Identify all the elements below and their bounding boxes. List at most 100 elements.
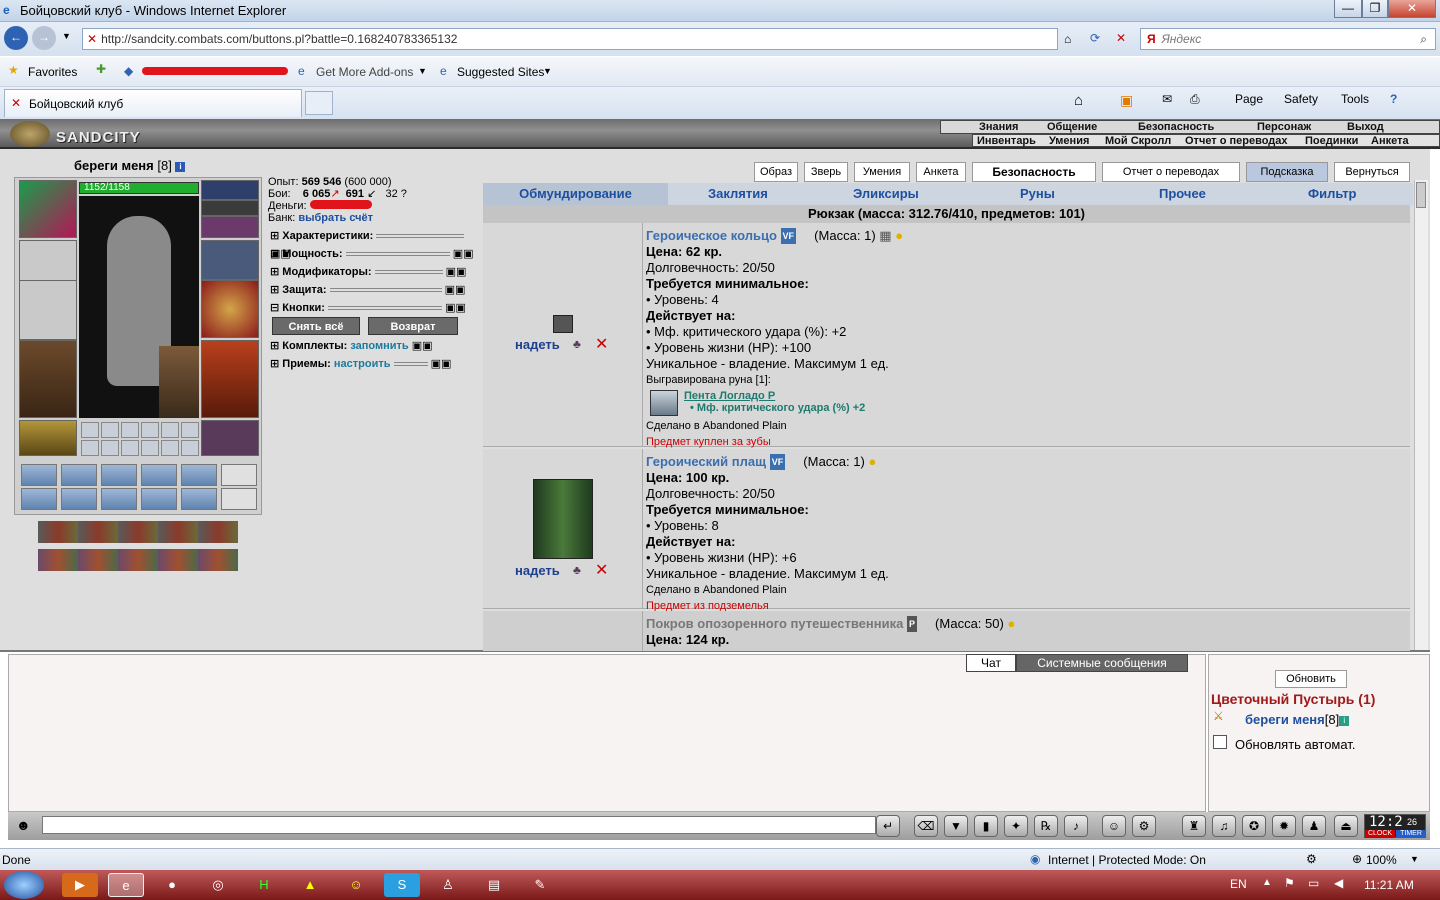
nav-security[interactable]: Безопасность (1138, 121, 1214, 133)
cloak-item-icon[interactable] (533, 479, 593, 559)
section-characteristics[interactable]: ⊞ Характеристики: ▣▣ (270, 227, 480, 260)
small-slot[interactable] (141, 440, 159, 456)
scroll-slot[interactable] (61, 464, 97, 486)
browser-tab[interactable]: ✕ Бойцовский клуб (4, 89, 302, 117)
favorites-star-icon[interactable]: ★ (8, 63, 19, 77)
chat-settings-icon[interactable]: ⚙ (1132, 815, 1156, 837)
stop-icon[interactable]: ✕ (1116, 31, 1126, 45)
collapse-icons[interactable]: ▣▣ (445, 302, 466, 314)
boots-slot[interactable] (201, 420, 259, 456)
transfer-report-button[interactable]: Отчет о переводах (1102, 162, 1240, 182)
necklace-slot[interactable] (201, 200, 259, 216)
favorites-button[interactable]: Favorites (28, 65, 77, 79)
help-icon[interactable]: ? (1390, 92, 1397, 106)
expand-icon[interactable]: ⊞ (270, 340, 279, 352)
online-player[interactable]: береги меня[8] i (1245, 712, 1350, 727)
compat-view-icon[interactable]: ⌂ (1064, 32, 1071, 46)
firefox-icon[interactable]: ● (154, 873, 190, 897)
skype-icon[interactable]: S (384, 873, 420, 897)
print-icon[interactable]: ⎙ (1190, 92, 1200, 107)
scroll-slot[interactable] (101, 464, 137, 486)
gloves-slot[interactable] (201, 240, 259, 280)
scroll-slot-empty[interactable] (221, 488, 257, 510)
wear-link[interactable]: надеть (515, 337, 560, 352)
auto-refresh-checkbox[interactable] (1213, 735, 1227, 749)
language-indicator[interactable]: EN (1230, 877, 1247, 891)
tab-chat[interactable]: Чат (966, 654, 1016, 672)
scroll-slot[interactable] (61, 488, 97, 510)
tab-equipment[interactable]: Обмундирование (483, 183, 668, 205)
close-window-button[interactable]: ✕ (1388, 0, 1436, 18)
scroll-slot[interactable] (181, 488, 217, 510)
belt-slot[interactable] (19, 420, 77, 456)
wear-link[interactable]: надеть (515, 563, 560, 578)
remove-all-button[interactable]: Снять всё (272, 317, 360, 335)
return-button[interactable]: Возврат (368, 317, 458, 335)
info-icon[interactable]: i (1339, 716, 1350, 726)
page-menu[interactable]: Page (1235, 92, 1263, 106)
ring-item-icon[interactable] (553, 315, 573, 333)
section-moves[interactable]: ⊞ Приемы: настроить ▣▣ (270, 355, 480, 373)
elixir-icon[interactable]: ♜ (1182, 815, 1206, 837)
group-icon[interactable]: ♟ (1302, 815, 1326, 837)
app-tool-icon[interactable]: ✎ (522, 873, 558, 897)
tools-menu[interactable]: Tools (1341, 92, 1369, 106)
return-top-button[interactable]: Вернуться (1334, 162, 1410, 182)
small-slot[interactable] (181, 422, 199, 438)
app-h-icon[interactable]: H (246, 873, 282, 897)
effect-icons-row[interactable] (38, 521, 238, 543)
small-slot[interactable] (101, 440, 119, 456)
battle-icon[interactable]: ⚔ (1213, 709, 1224, 723)
tab-spells[interactable]: Заклятия (708, 186, 768, 201)
remember-set-link[interactable]: запомнить (350, 340, 408, 352)
nav-inventory[interactable]: Инвентарь (977, 135, 1036, 147)
app-person-icon[interactable]: ♙ (430, 873, 466, 897)
search-input[interactable]: Я Яндекс ⌕ (1140, 28, 1436, 50)
inventory-scrollbar[interactable] (1414, 180, 1428, 650)
exit-icon[interactable]: ⏏ (1334, 815, 1358, 837)
small-slot[interactable] (121, 440, 139, 456)
ring-slot[interactable] (201, 216, 259, 238)
helmet-slot[interactable] (19, 180, 77, 238)
collapse-icons[interactable]: ▣▣ (446, 266, 467, 278)
chat-messages[interactable] (8, 654, 1206, 812)
security-zone[interactable]: Internet | Protected Mode: On (1048, 853, 1206, 867)
addons-link[interactable]: Get More Add-ons (316, 65, 413, 79)
volume-icon[interactable]: ◀ (1334, 876, 1343, 890)
small-slot[interactable] (161, 440, 179, 456)
delete-item-icon[interactable]: ✕ (595, 560, 608, 580)
nav-obshchenie[interactable]: Общение (1047, 121, 1097, 133)
nav-my-scroll[interactable]: Мой Скролл (1105, 135, 1171, 147)
history-dropdown-icon[interactable]: ▼ (62, 31, 71, 41)
pet-button[interactable]: Зверь (804, 162, 848, 182)
collapse-icons[interactable]: ▣▣ (445, 284, 466, 296)
translit-icon[interactable]: ℞ (1034, 815, 1058, 837)
send-icon[interactable]: ↵ (876, 815, 900, 837)
rune-icon[interactable] (650, 390, 678, 416)
nav-skills[interactable]: Умения (1049, 135, 1089, 147)
chat-mode-icon[interactable]: ☻ (16, 817, 31, 833)
chat-input[interactable] (42, 816, 876, 834)
tray-monitor-icon[interactable]: ▭ (1308, 876, 1319, 890)
item-name[interactable]: Героическое кольцо (646, 228, 777, 243)
scroll-slot[interactable] (141, 488, 177, 510)
start-button[interactable] (4, 871, 44, 899)
skills-button[interactable]: Умения (854, 162, 910, 182)
back-button[interactable]: ← (4, 26, 28, 50)
expand-icon[interactable]: ⊞ (270, 266, 279, 278)
scroll-slot[interactable] (101, 488, 137, 510)
tab-filter[interactable]: Фильтр (1308, 186, 1357, 201)
small-slot[interactable] (161, 422, 179, 438)
effect-icons-row[interactable] (38, 549, 238, 571)
delete-item-icon[interactable]: ✕ (595, 334, 608, 354)
item-name[interactable]: Героический плащ (646, 454, 766, 469)
maximize-button[interactable]: ❐ (1362, 0, 1388, 18)
collapse-icon[interactable]: ⊟ (270, 302, 279, 314)
section-sets[interactable]: ⊞ Комплекты: запомнить ▣▣ (270, 337, 480, 355)
new-tab-button[interactable] (305, 91, 333, 115)
add-favorite-icon[interactable]: ✚ (96, 62, 106, 76)
bank-link[interactable]: выбрать счёт (298, 212, 373, 224)
app-warning-icon[interactable]: ▲ (292, 873, 328, 897)
nav-fights[interactable]: Поединки (1305, 135, 1358, 147)
small-slot[interactable] (141, 422, 159, 438)
